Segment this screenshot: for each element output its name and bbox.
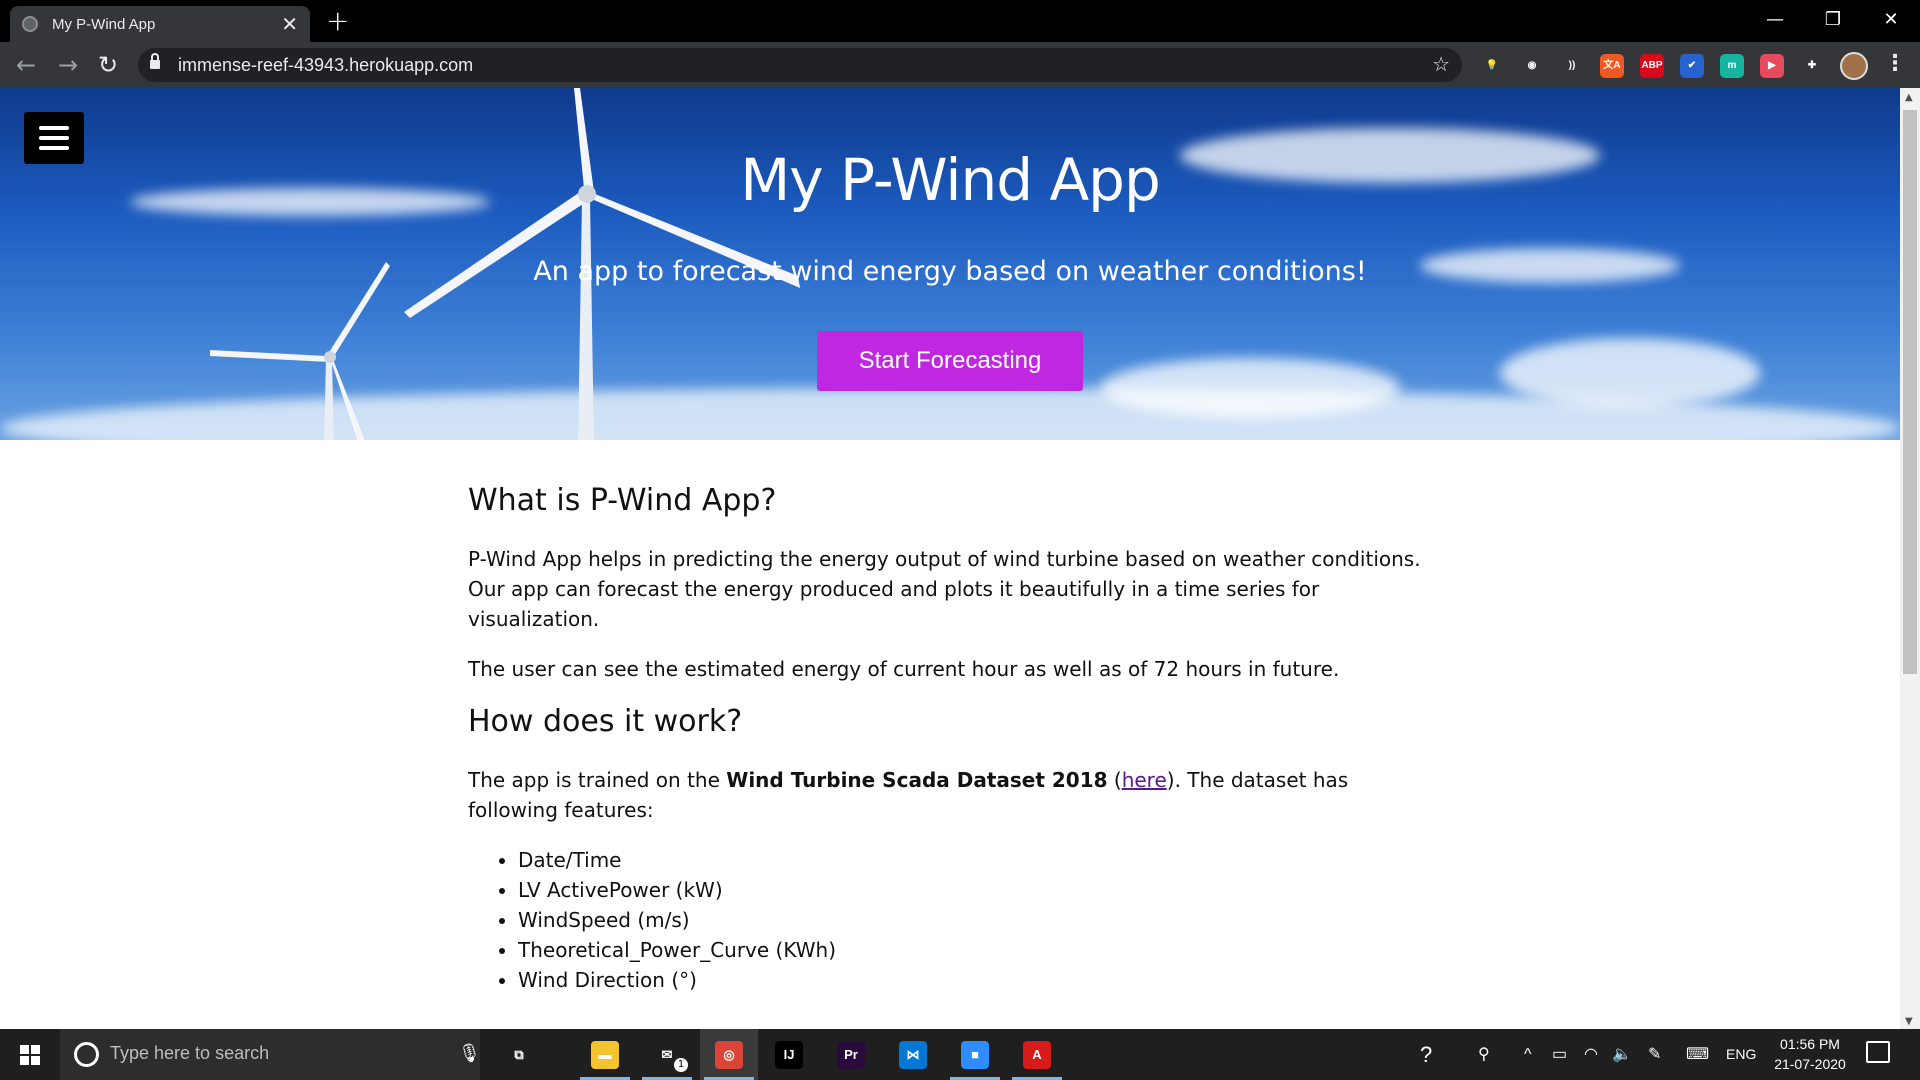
- video-extension-icon[interactable]: ▶: [1760, 54, 1784, 78]
- bookmark-star-icon[interactable]: ☆: [1432, 52, 1450, 76]
- new-tab-button[interactable]: +: [326, 6, 349, 36]
- text: The app is trained on the: [468, 768, 727, 792]
- section-what-paragraph-1: P-Wind App helps in predicting the energ…: [468, 547, 1421, 631]
- language-indicator[interactable]: ENG: [1726, 1029, 1756, 1080]
- features-list: Date/Time LV ActivePower (kW) WindSpeed …: [518, 845, 1428, 995]
- help-icon[interactable]: ?: [1420, 1029, 1432, 1080]
- chrome-menu-icon[interactable]: ⋮: [1884, 50, 1906, 78]
- back-arrow-icon[interactable]: ←: [12, 51, 40, 79]
- clock-time: 01:56 PM: [1780, 1036, 1840, 1052]
- taskview-app[interactable]: ⧉: [490, 1029, 548, 1080]
- file-explorer-app[interactable]: ▬: [576, 1029, 634, 1080]
- dataset-name: Wind Turbine Scada Dataset 2018: [726, 768, 1108, 792]
- globe-favicon-icon: [22, 16, 38, 32]
- browser-tab-strip: My P-Wind App ✕ + — ❐ ✕: [0, 0, 1920, 42]
- acrobat-icon: A: [1023, 1040, 1051, 1069]
- clock-date: 21-07-2020: [1774, 1056, 1846, 1072]
- zoom-app[interactable]: ■: [946, 1029, 1004, 1080]
- cloud: [1100, 358, 1400, 418]
- todo-check-icon[interactable]: ✔: [1680, 54, 1704, 78]
- search-placeholder: Type here to search: [110, 1043, 270, 1063]
- feature-item: Theoretical_Power_Curve (KWh): [518, 935, 1428, 965]
- windows-taskbar: Type here to search 🎙 ⧉ ▬ ✉ 1 ◎ IJ Pr ⋈ ■ A ? ⚲ ^…: [0, 1029, 1920, 1080]
- bulb-extension-icon[interactable]: 💡: [1480, 54, 1504, 78]
- main-content: What is P-Wind App? P-Wind App helps in …: [468, 483, 1428, 995]
- wifi-icon[interactable]: ◠: [1584, 1029, 1598, 1080]
- action-center-icon[interactable]: [1866, 1041, 1890, 1063]
- pen-icon[interactable]: ✎: [1648, 1029, 1661, 1080]
- intellij-app[interactable]: IJ: [760, 1029, 818, 1080]
- section-what-title: What is P-Wind App?: [468, 483, 777, 518]
- m-extension-icon[interactable]: m: [1720, 54, 1744, 78]
- window-close-button[interactable]: ✕: [1868, 4, 1914, 36]
- premiere-pro-app[interactable]: Pr: [822, 1029, 880, 1080]
- mail-app[interactable]: ✉ 1: [638, 1029, 696, 1080]
- adblock-plus-icon[interactable]: ABP: [1640, 54, 1664, 78]
- premiere-pro-icon: Pr: [837, 1040, 865, 1069]
- feature-item: Date/Time: [518, 845, 1428, 875]
- vscode-icon: ⋈: [899, 1040, 927, 1069]
- profile-avatar[interactable]: [1840, 52, 1868, 80]
- translate-extension-icon[interactable]: 文A: [1600, 54, 1624, 78]
- scroll-down-icon[interactable]: ▼: [1905, 1016, 1913, 1027]
- page-scrollbar[interactable]: ▲ ▼: [1900, 88, 1920, 1029]
- restore-button[interactable]: ❐: [1810, 4, 1856, 36]
- keyboard-icon[interactable]: ⌨: [1686, 1029, 1709, 1080]
- wave-extension-icon[interactable]: )): [1560, 54, 1584, 78]
- reload-icon[interactable]: ↻: [94, 51, 122, 79]
- battery-icon[interactable]: ▭: [1552, 1029, 1567, 1080]
- page-viewport: My P-Wind App An app to forecast wind en…: [0, 88, 1900, 1029]
- start-forecasting-button[interactable]: Start Forecasting: [817, 331, 1083, 391]
- lock-icon[interactable]: [150, 53, 160, 70]
- feature-item: WindSpeed (m/s): [518, 905, 1428, 935]
- microphone-icon[interactable]: 🎙: [458, 1043, 481, 1064]
- scroll-thumb[interactable]: [1903, 110, 1917, 674]
- forward-arrow-icon[interactable]: →: [54, 51, 82, 79]
- address-bar[interactable]: immense-reef-43943.herokuapp.com ☆: [138, 48, 1462, 82]
- show-hidden-icons-chevron-icon[interactable]: ^: [1524, 1029, 1532, 1080]
- owl-extension-icon[interactable]: ◉: [1520, 54, 1544, 78]
- mail-badge: 1: [674, 1058, 688, 1072]
- people-icon[interactable]: ⚲: [1478, 1029, 1490, 1080]
- hero-title: My P-Wind App: [740, 146, 1161, 214]
- minimize-button[interactable]: —: [1752, 4, 1798, 36]
- dataset-link[interactable]: here: [1122, 768, 1167, 792]
- volume-icon[interactable]: 🔈: [1612, 1029, 1632, 1080]
- zoom-icon: ■: [961, 1040, 989, 1069]
- text: (: [1107, 768, 1122, 792]
- url-text[interactable]: immense-reef-43943.herokuapp.com: [178, 55, 473, 76]
- file-explorer-icon: ▬: [591, 1040, 619, 1069]
- windows-start-icon[interactable]: [20, 1045, 40, 1065]
- scroll-up-icon[interactable]: ▲: [1905, 92, 1913, 103]
- hero-subtitle: An app to forecast wind energy based on …: [533, 256, 1367, 287]
- vscode-app[interactable]: ⋈: [884, 1029, 942, 1080]
- cloud: [1500, 338, 1760, 408]
- taskview-icon: ⧉: [505, 1040, 533, 1069]
- section-what-paragraph-2: The user can see the estimated energy of…: [468, 657, 1340, 681]
- tab-close-icon[interactable]: ✕: [281, 14, 298, 34]
- browser-tab[interactable]: My P-Wind App ✕: [10, 6, 310, 42]
- intellij-icon: IJ: [775, 1040, 803, 1069]
- chrome-icon: ◎: [715, 1040, 743, 1069]
- browser-toolbar: ← → ↻ immense-reef-43943.herokuapp.com ☆: [0, 42, 1920, 88]
- puzzle-extensions-icon[interactable]: ✚: [1800, 54, 1824, 78]
- taskbar-search-box[interactable]: Type here to search 🎙: [60, 1029, 481, 1080]
- section-how-title: How does it work?: [468, 704, 743, 739]
- cortana-icon[interactable]: [74, 1042, 99, 1067]
- acrobat-app[interactable]: A: [1008, 1029, 1066, 1080]
- hero-banner: My P-Wind App An app to forecast wind en…: [0, 88, 1900, 440]
- section-how-paragraph: The app is trained on the Wind Turbine S…: [468, 765, 1428, 825]
- tab-title: My P-Wind App: [52, 15, 156, 33]
- feature-item: Wind Direction (°): [518, 965, 1428, 995]
- clock[interactable]: 01:56 PM 21-07-2020: [1762, 1034, 1858, 1074]
- chrome-app[interactable]: ◎: [700, 1029, 758, 1080]
- feature-item: LV ActivePower (kW): [518, 875, 1428, 905]
